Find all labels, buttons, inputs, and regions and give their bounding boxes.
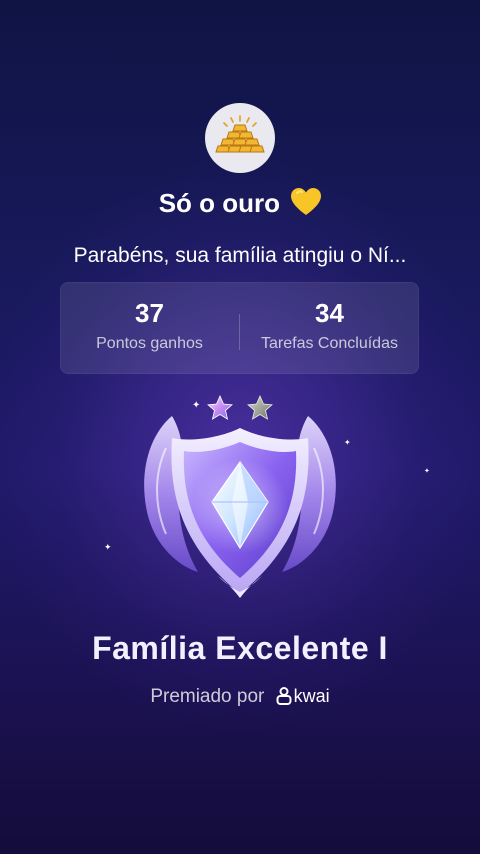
family-avatar[interactable] (205, 103, 275, 173)
family-name: Só o ouro (0, 188, 480, 223)
level-badge (130, 388, 350, 603)
star-filled-icon (207, 395, 233, 420)
stats-card: 37 Pontos ganhos 34 Tarefas Concluídas (60, 282, 419, 374)
sparkle-icon: ✦ (104, 542, 112, 552)
level-title: Família Excelente I (92, 630, 388, 666)
kwai-brand-text: kwai (293, 686, 330, 706)
awarded-prefix: Premiado por (150, 686, 265, 707)
shield-crystal-badge-icon (144, 395, 336, 598)
tasks-stat: 34 Tarefas Concluídas (240, 282, 419, 374)
points-label: Pontos ganhos (96, 335, 203, 352)
family-name-text: Só o ouro (158, 188, 281, 218)
yellow-heart-icon (291, 188, 322, 223)
congrats-message: Parabéns, sua família atingiu o Ní... (73, 244, 407, 267)
sparkle-icon: ✦ (424, 468, 430, 475)
gold-bars-icon (215, 115, 265, 153)
tasks-label: Tarefas Concluídas (261, 335, 398, 352)
awarded-by: Premiado por kwai (0, 686, 480, 711)
points-value: 37 (135, 298, 164, 328)
star-empty-icon (247, 395, 273, 420)
kwai-logo-icon (276, 687, 292, 711)
points-stat: 37 Pontos ganhos (60, 282, 239, 374)
tasks-value: 34 (315, 298, 344, 328)
